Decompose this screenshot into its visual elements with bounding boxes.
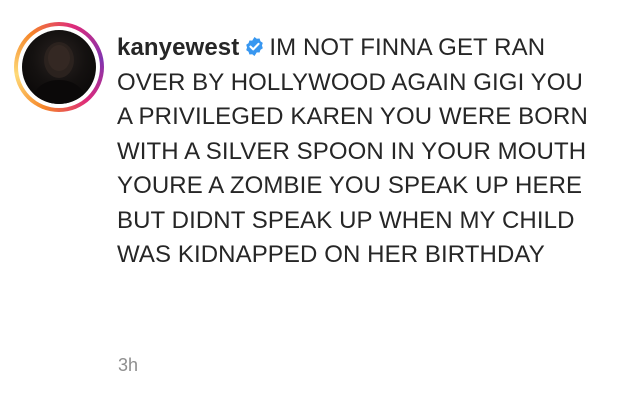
- timestamp[interactable]: 3h: [118, 355, 138, 376]
- comment-text: IM NOT FINNA GET RAN OVER BY HOLLYWOOD A…: [117, 34, 588, 268]
- comment-body: kanyewest IM NOT FINNA GET RAN OVER BY HO…: [117, 31, 603, 273]
- comment: kanyewest IM NOT FINNA GET RAN OVER BY HO…: [14, 22, 610, 392]
- verified-badge-icon: [246, 37, 264, 56]
- username[interactable]: kanyewest: [117, 34, 239, 61]
- avatar[interactable]: [22, 30, 96, 104]
- avatar-gap: [18, 26, 100, 108]
- avatar-silhouette-icon: [30, 42, 88, 104]
- story-ring[interactable]: [14, 22, 104, 112]
